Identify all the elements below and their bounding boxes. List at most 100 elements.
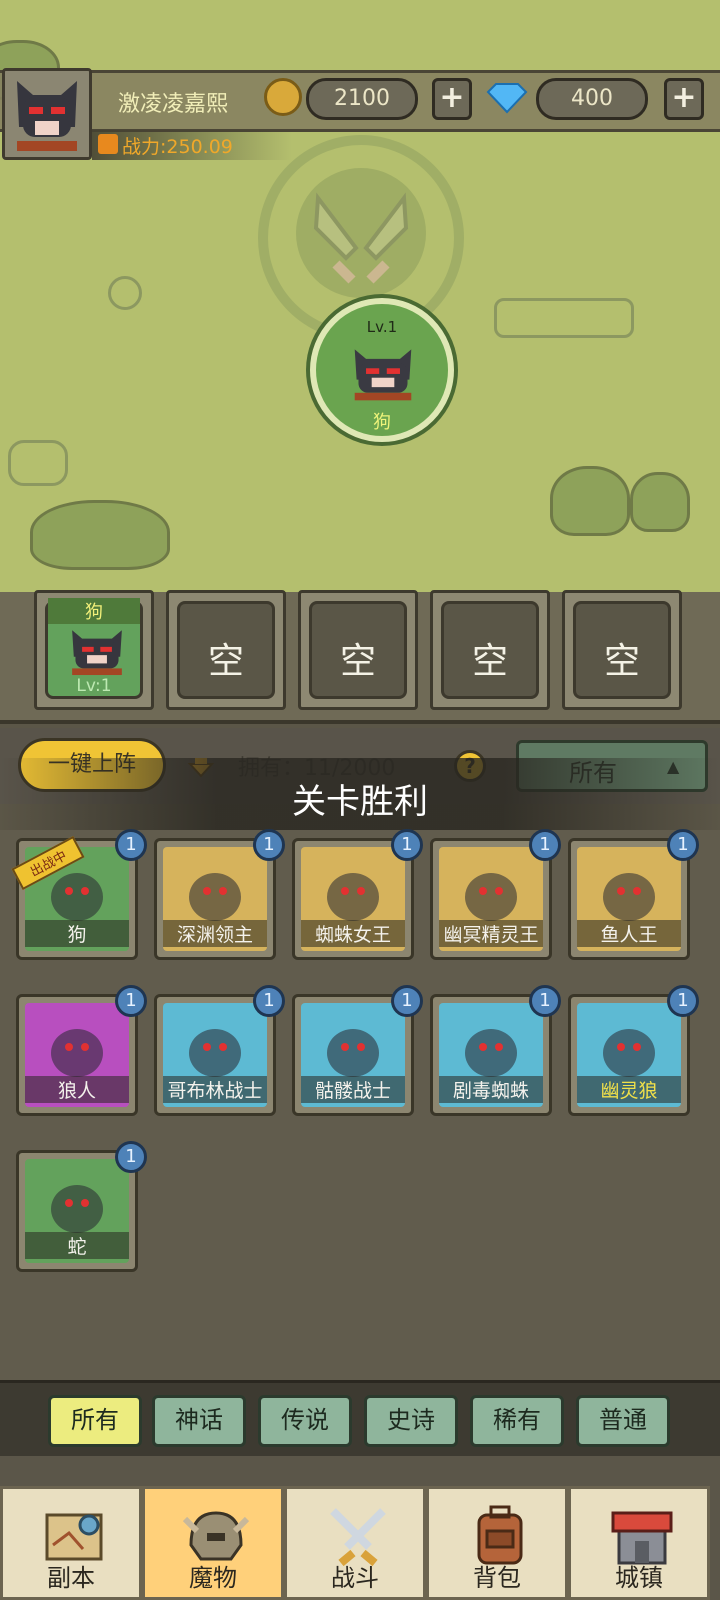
nav-backpack[interactable]: 背包	[426, 1486, 568, 1600]
rarity-filter-bar: 所有 神话 传说 史诗 稀有 普通	[0, 1380, 720, 1456]
monster-card-background: 狼人	[25, 1003, 129, 1107]
monster-card-background: 幽冥精灵王	[439, 847, 543, 951]
formation-slot-1[interactable]: 狗 Lv:1	[34, 590, 154, 710]
dog-avatar-icon	[5, 71, 89, 157]
monster-card[interactable]: 幽灵狼 1	[568, 985, 699, 1116]
nav-town[interactable]: 城镇	[568, 1486, 710, 1600]
skeleton-warrior-icon	[327, 1029, 379, 1077]
monster-card[interactable]: 哥布林战士 1	[154, 985, 285, 1116]
monster-card[interactable]: 蜘蛛女王 1	[292, 829, 423, 960]
dog-icon	[72, 630, 122, 676]
formation-slot-3[interactable]: 空	[298, 590, 418, 710]
gold-coin-icon	[264, 78, 302, 116]
monster-card-background: 骷髅战士	[301, 1003, 405, 1107]
monster-count-badge: 1	[529, 829, 561, 861]
crossed-swords-icon	[296, 168, 426, 298]
monster-count-badge: 1	[115, 1141, 147, 1173]
nav-dungeon-label: 副本	[47, 1564, 95, 1592]
monster-count-badge: 1	[253, 985, 285, 1017]
monster-name: 骷髅战士	[301, 1076, 405, 1103]
monster-card[interactable]: 鱼人王 1	[568, 829, 699, 960]
monster-card-background: 蜘蛛女王	[301, 847, 405, 951]
goblin-warrior-icon	[189, 1029, 241, 1077]
dog-icon	[354, 349, 412, 401]
monster-count-badge: 1	[115, 829, 147, 861]
monster-name: 深渊领主	[163, 920, 267, 947]
rarity-tab-all[interactable]: 所有	[48, 1395, 142, 1447]
rarity-tab-legendary[interactable]: 传说	[258, 1395, 352, 1447]
monster-count-badge: 1	[253, 829, 285, 861]
monster-name: 幽冥精灵王	[439, 920, 543, 947]
avatar[interactable]	[2, 68, 92, 160]
monster-card-background: 幽灵狼	[577, 1003, 681, 1107]
rarity-tab-common[interactable]: 普通	[576, 1395, 670, 1447]
gold-amount: 2100	[306, 78, 418, 120]
snake-icon	[51, 1185, 103, 1233]
monster-card[interactable]: 骷髅战士 1	[292, 985, 423, 1116]
dragon-skeleton-icon	[494, 298, 634, 338]
nav-backpack-label: 背包	[473, 1564, 521, 1592]
formation-slot-4[interactable]: 空	[430, 590, 550, 710]
monster-name: 剧毒蜘蛛	[439, 1076, 543, 1103]
add-gold-button[interactable]: +	[432, 78, 472, 120]
stage-node[interactable]: Lv.1 狗	[310, 298, 454, 442]
skull-icon	[108, 276, 142, 310]
stage-level: Lv.1	[366, 318, 398, 336]
fishman-king-icon	[603, 873, 655, 921]
map-rock	[30, 500, 170, 570]
monster-card-background: 蛇	[25, 1159, 129, 1263]
monster-card[interactable]: 狼人 1	[16, 985, 147, 1116]
werewolf-icon	[51, 1029, 103, 1077]
monster-name: 蜘蛛女王	[301, 920, 405, 947]
rarity-tab-mythic[interactable]: 神话	[152, 1395, 246, 1447]
formation-slot-1-name: 狗	[48, 598, 140, 624]
add-diamond-button[interactable]: +	[664, 78, 704, 120]
formation-slot-5[interactable]: 空	[562, 590, 682, 710]
spider-queen-icon	[327, 873, 379, 921]
monster-card[interactable]: 狗 1 出战中	[11, 829, 147, 960]
map-rock	[630, 472, 690, 532]
nav-battle-label: 战斗	[331, 1564, 379, 1592]
victory-text: 关卡胜利	[292, 782, 428, 822]
empty-slot-label: 空	[207, 641, 244, 682]
nav-battle[interactable]: 战斗	[284, 1486, 426, 1600]
formation-slot-1-level: Lv:1	[76, 676, 112, 696]
nav-dungeon[interactable]: 副本	[0, 1486, 142, 1600]
monster-count-badge: 1	[667, 829, 699, 861]
monster-card-background: 剧毒蜘蛛	[439, 1003, 543, 1107]
rarity-tab-rare[interactable]: 稀有	[470, 1395, 564, 1447]
monster-card-background: 哥布林战士	[163, 1003, 267, 1107]
power-icon	[98, 134, 118, 154]
stage-monster-name: 狗	[373, 412, 391, 433]
formation-slot-1-content: 狗 Lv:1	[45, 598, 143, 699]
monster-count-badge: 1	[529, 985, 561, 1017]
nav-monsters[interactable]: 魔物	[142, 1486, 284, 1600]
monster-name: 鱼人王	[577, 920, 681, 947]
abyss-lord-icon	[189, 873, 241, 921]
monster-card[interactable]: 蛇1	[16, 1141, 147, 1272]
venom-spider-icon	[465, 1029, 517, 1077]
diamond-icon	[486, 82, 528, 114]
formation-slot-2[interactable]: 空	[166, 590, 286, 710]
power-row: 战力:250.09	[92, 130, 292, 160]
victory-banner: 关卡胜利	[0, 758, 720, 830]
rarity-tab-epic[interactable]: 史诗	[364, 1395, 458, 1447]
bottom-navigation: 副本 魔物 战斗 背包 城镇	[0, 1456, 720, 1600]
empty-slot-label: 空	[471, 641, 508, 682]
nav-monsters-label: 魔物	[189, 1564, 237, 1592]
monster-count-badge: 1	[667, 985, 699, 1017]
monster-card[interactable]: 深渊领主 1	[154, 829, 285, 960]
monster-name: 狗	[25, 920, 129, 947]
diamond-amount: 400	[536, 78, 648, 120]
monster-card-background: 深渊领主	[163, 847, 267, 951]
monster-card[interactable]: 剧毒蜘蛛 1	[430, 985, 561, 1116]
nether-elf-king-icon	[465, 873, 517, 921]
monster-count-badge: 1	[391, 829, 423, 861]
monster-card-background: 鱼人王	[577, 847, 681, 951]
player-name: 激凌凌嘉熙	[118, 92, 229, 117]
map-rock	[550, 466, 630, 536]
monster-card[interactable]: 幽冥精灵王 1	[430, 829, 561, 960]
monster-count-badge: 1	[391, 985, 423, 1017]
empty-slot-label: 空	[603, 641, 640, 682]
monster-name: 哥布林战士	[163, 1076, 267, 1103]
